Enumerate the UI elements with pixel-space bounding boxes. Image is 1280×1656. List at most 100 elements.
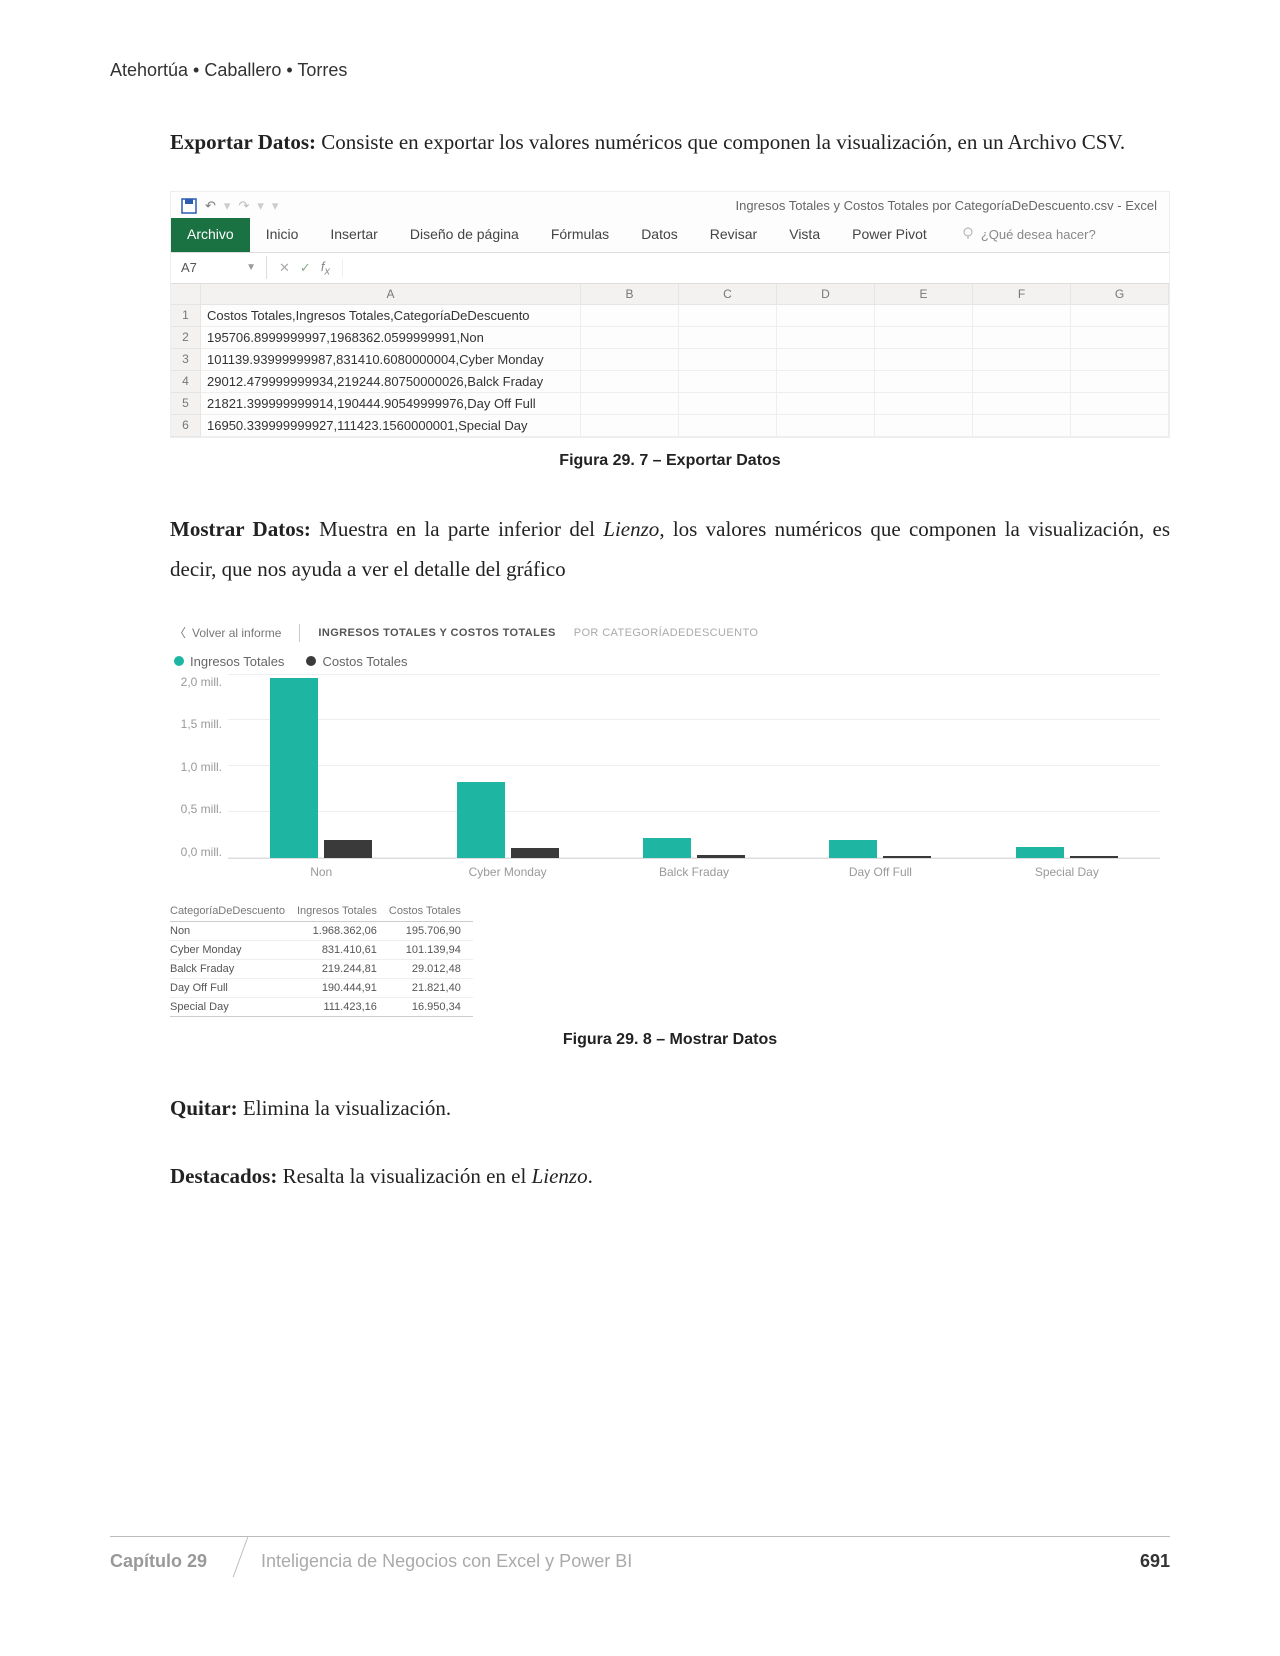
cell[interactable] [875,305,973,327]
formula-bar[interactable] [343,253,1169,283]
tab-power-pivot[interactable]: Power Pivot [836,218,943,252]
cell-a1[interactable]: Costos Totales,Ingresos Totales,Categorí… [201,305,581,327]
cell[interactable] [973,393,1071,415]
cell[interactable] [973,415,1071,437]
cell[interactable] [581,371,679,393]
table-row[interactable]: Balck Fraday219.244,8129.012,48 [170,959,473,978]
tell-me-box[interactable]: ¿Qué desea hacer? [951,218,1106,252]
cell[interactable] [679,327,777,349]
row-header[interactable]: 5 [171,393,201,415]
cell-a3[interactable]: 101139.93999999987,831410.6080000004,Cyb… [201,349,581,371]
cell[interactable] [1071,393,1169,415]
legend-item-ingresos[interactable]: Ingresos Totales [174,654,284,669]
name-box[interactable]: A7 ▼ [171,256,267,279]
bar-ingresos[interactable] [457,782,505,858]
fx-icon[interactable]: fx [321,259,330,278]
row-header[interactable]: 6 [171,415,201,437]
cell[interactable] [581,327,679,349]
cell[interactable] [1071,327,1169,349]
cell[interactable] [875,393,973,415]
cell[interactable] [679,371,777,393]
tab-datos[interactable]: Datos [625,218,694,252]
legend-item-costos[interactable]: Costos Totales [306,654,407,669]
bar-ingresos[interactable] [1016,847,1064,857]
cell[interactable] [777,393,875,415]
cell[interactable] [973,371,1071,393]
cell[interactable] [1071,349,1169,371]
tab-diseno-pagina[interactable]: Diseño de página [394,218,535,252]
cell[interactable] [1071,305,1169,327]
redo-icon[interactable]: ↷ [238,198,249,214]
row-header[interactable]: 2 [171,327,201,349]
cell[interactable] [581,305,679,327]
table-row[interactable]: Non1.968.362,06195.706,90 [170,921,473,940]
cell[interactable] [777,327,875,349]
enter-formula-icon[interactable]: ✓ [300,260,311,276]
tab-insertar[interactable]: Insertar [314,218,393,252]
cell-a6[interactable]: 16950.339999999927,111423.1560000001,Spe… [201,415,581,437]
table-row[interactable]: Special Day111.423,1616.950,34 [170,997,473,1016]
tab-inicio[interactable]: Inicio [250,218,315,252]
cell[interactable] [777,349,875,371]
table-row[interactable]: Cyber Monday831.410,61101.139,94 [170,940,473,959]
cell[interactable] [875,415,973,437]
cell[interactable] [679,305,777,327]
col-header-f[interactable]: F [973,284,1071,305]
qat-customize-icon[interactable]: ▾ [272,198,279,214]
row-header[interactable]: 1 [171,305,201,327]
cell[interactable] [973,305,1071,327]
col-header-b[interactable]: B [581,284,679,305]
cell[interactable] [777,305,875,327]
cell-a4[interactable]: 29012.479999999934,219244.80750000026,Ba… [201,371,581,393]
table-header[interactable]: Ingresos Totales [297,901,389,922]
bar-costos[interactable] [697,855,745,858]
chevron-down-icon[interactable]: ▼ [246,262,256,273]
bar-costos[interactable] [1070,856,1118,858]
undo-dropdown-icon[interactable]: ▾ [224,198,231,214]
bar-costos[interactable] [324,840,372,858]
col-header-a[interactable]: A [201,284,581,305]
bar-ingresos[interactable] [270,678,318,858]
cell[interactable] [581,415,679,437]
redo-dropdown-icon[interactable]: ▾ [257,198,264,214]
select-all-corner[interactable] [171,284,201,305]
cell[interactable] [875,349,973,371]
cell[interactable] [581,349,679,371]
cancel-formula-icon[interactable]: ✕ [279,260,290,276]
label-mostrar-datos: Mostrar Datos: [170,517,311,541]
table-header[interactable]: CategoríaDeDescuento [170,901,297,922]
bar-costos[interactable] [883,856,931,858]
bar-costos[interactable] [511,848,559,857]
cell[interactable] [581,393,679,415]
cell[interactable] [679,349,777,371]
row-header[interactable]: 3 [171,349,201,371]
tab-archivo[interactable]: Archivo [171,218,250,252]
cell[interactable] [973,349,1071,371]
cell[interactable] [875,371,973,393]
cell[interactable] [777,415,875,437]
undo-icon[interactable]: ↶ [205,198,216,214]
cell-a5[interactable]: 21821.399999999914,190444.90549999976,Da… [201,393,581,415]
col-header-c[interactable]: C [679,284,777,305]
save-icon[interactable] [181,198,197,214]
cell[interactable] [1071,371,1169,393]
table-header[interactable]: Costos Totales [389,901,473,922]
col-header-e[interactable]: E [875,284,973,305]
cell[interactable] [875,327,973,349]
cell[interactable] [777,371,875,393]
cell-a2[interactable]: 195706.8999999997,1968362.0599999991,Non [201,327,581,349]
cell[interactable] [1071,415,1169,437]
table-row[interactable]: Day Off Full190.444,9121.821,40 [170,978,473,997]
tab-revisar[interactable]: Revisar [694,218,773,252]
col-header-g[interactable]: G [1071,284,1169,305]
bar-ingresos[interactable] [643,838,691,858]
tab-formulas[interactable]: Fórmulas [535,218,625,252]
row-header[interactable]: 4 [171,371,201,393]
back-to-report-button[interactable]: 〈 Volver al informe [174,624,281,641]
col-header-d[interactable]: D [777,284,875,305]
cell[interactable] [973,327,1071,349]
cell[interactable] [679,415,777,437]
tab-vista[interactable]: Vista [773,218,836,252]
cell[interactable] [679,393,777,415]
bar-ingresos[interactable] [829,840,877,857]
